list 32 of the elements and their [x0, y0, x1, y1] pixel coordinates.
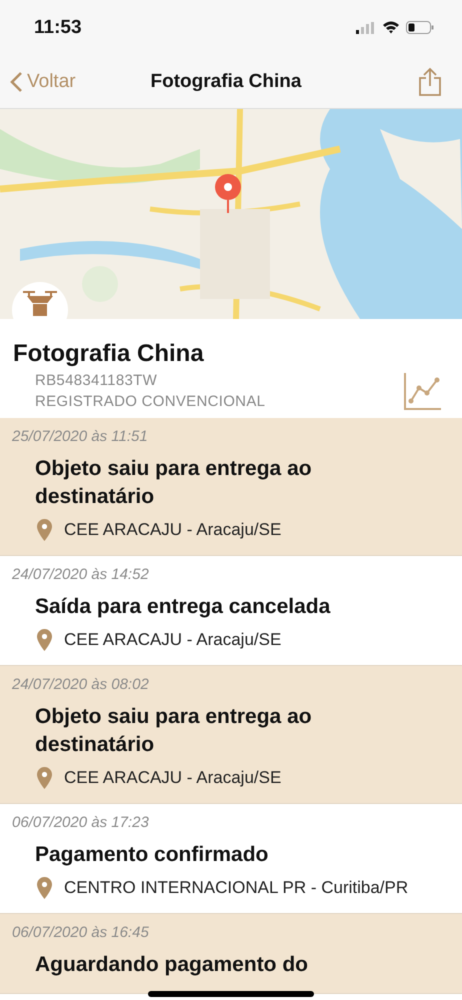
event-datetime: 25/07/2020 às 11:51	[12, 428, 149, 445]
nav-title: Fotografia China	[150, 70, 302, 92]
location-pin-icon	[37, 629, 52, 651]
location-pin-icon	[37, 767, 52, 789]
map-pin-icon	[214, 173, 242, 213]
chart-icon[interactable]	[404, 372, 442, 410]
signal-icon	[356, 22, 376, 34]
service-type: REGISTRADO CONVENCIONAL	[35, 393, 266, 410]
drone-icon	[21, 288, 59, 318]
event-datetime: 24/07/2020 às 14:52	[12, 566, 150, 583]
event-datetime: 06/07/2020 às 16:45	[12, 924, 150, 941]
event-location: CENTRO INTERNACIONAL PR - Curitiba/PR	[64, 878, 408, 898]
location-pin-icon	[37, 877, 52, 899]
event-title: Objeto saiu para entrega ao destinatário	[35, 704, 313, 758]
clock-time: 11:53	[34, 16, 82, 38]
event-title: Objeto saiu para entrega ao destinatário	[35, 456, 313, 510]
event-datetime: 06/07/2020 às 17:23	[12, 814, 150, 831]
back-link[interactable]: Voltar	[10, 70, 120, 92]
wifi-icon	[382, 21, 400, 34]
event-datetime: 24/07/2020 às 08:02	[12, 676, 150, 693]
event-title: Aguardando pagamento do	[35, 952, 309, 978]
event-title: Pagamento confirmado	[35, 842, 270, 868]
event-title: Saída para entrega cancelada	[35, 594, 332, 620]
share-icon[interactable]	[418, 66, 442, 96]
event-location: CEE ARACAJU - Aracaju/SE	[64, 630, 282, 650]
back-chevron-icon[interactable]	[10, 70, 23, 92]
tracking-code: RB548341183TW	[35, 372, 158, 389]
event-location: CEE ARACAJU - Aracaju/SE	[64, 520, 282, 540]
battery-icon	[406, 21, 434, 34]
package-name: Fotografia China	[13, 340, 205, 368]
location-pin-icon	[37, 519, 52, 541]
event-location: CEE ARACAJU - Aracaju/SE	[64, 768, 282, 788]
